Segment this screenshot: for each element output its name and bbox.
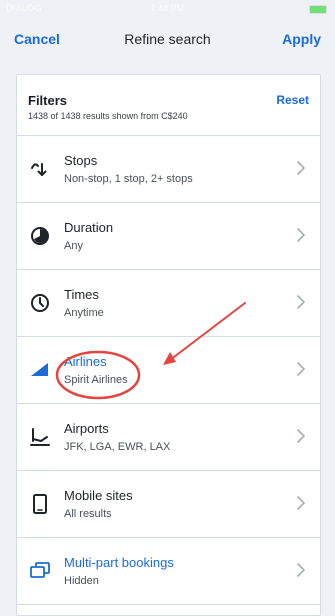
filter-label: Airlines xyxy=(64,354,107,369)
filters-title: Filters xyxy=(28,93,68,108)
duration-icon xyxy=(29,225,51,247)
stops-icon xyxy=(29,158,51,180)
filter-label: Mobile sites xyxy=(64,488,133,503)
filter-label: Stops xyxy=(64,153,98,168)
filter-value: JFK, LGA, EWR, LAX xyxy=(64,441,171,453)
chevron-right-icon xyxy=(296,294,306,310)
filter-label: Airports xyxy=(64,421,109,436)
filter-row-stops[interactable]: Stops Non-stop, 1 stop, 2+ stops xyxy=(17,135,320,203)
filters-header: Filters 1438 of 1438 results shown from … xyxy=(17,75,320,136)
airline-tail-icon xyxy=(29,359,51,381)
filter-row-duration[interactable]: Duration Any xyxy=(17,202,320,270)
nav-bar: Cancel Refine search Apply xyxy=(0,18,335,62)
status-time: 1:48 PM xyxy=(150,3,185,13)
filters-card: Filters 1438 of 1438 results shown from … xyxy=(16,74,321,616)
mobile-icon xyxy=(29,493,51,515)
chevron-right-icon xyxy=(296,160,306,176)
apply-button[interactable]: Apply xyxy=(282,31,321,47)
filter-row-mobile-sites[interactable]: Mobile sites All results xyxy=(17,470,320,538)
chevron-right-icon xyxy=(296,428,306,444)
filter-row-airlines[interactable]: Airlines Spirit Airlines xyxy=(17,336,320,404)
chevron-right-icon xyxy=(296,495,306,511)
status-bar: DIALOG 1:48 PM xyxy=(0,0,335,18)
chevron-right-icon xyxy=(296,361,306,377)
chevron-right-icon xyxy=(296,227,306,243)
clock-icon xyxy=(29,292,51,314)
filter-row-multi-part-bookings[interactable]: Multi-part bookings Hidden xyxy=(17,537,320,605)
battery-icon xyxy=(309,5,327,14)
filter-value: Anytime xyxy=(64,307,104,319)
filter-label: Times xyxy=(64,287,99,302)
filter-value: All results xyxy=(64,508,112,520)
filter-value: Any xyxy=(64,240,83,252)
chevron-right-icon xyxy=(296,562,306,578)
filter-label: Duration xyxy=(64,220,114,235)
results-summary: 1438 of 1438 results shown from C$240 xyxy=(28,111,188,121)
multi-booking-icon xyxy=(29,560,51,582)
filter-value: Spirit Airlines xyxy=(64,374,128,386)
airport-icon xyxy=(29,426,51,448)
filter-label: Multi-part bookings xyxy=(64,555,174,570)
filter-row-airports[interactable]: Airports JFK, LGA, EWR, LAX xyxy=(17,403,320,471)
filter-value: Hidden xyxy=(64,575,99,587)
filter-value: Non-stop, 1 stop, 2+ stops xyxy=(64,173,193,185)
reset-button[interactable]: Reset xyxy=(276,93,309,107)
filter-row-times[interactable]: Times Anytime xyxy=(17,269,320,337)
